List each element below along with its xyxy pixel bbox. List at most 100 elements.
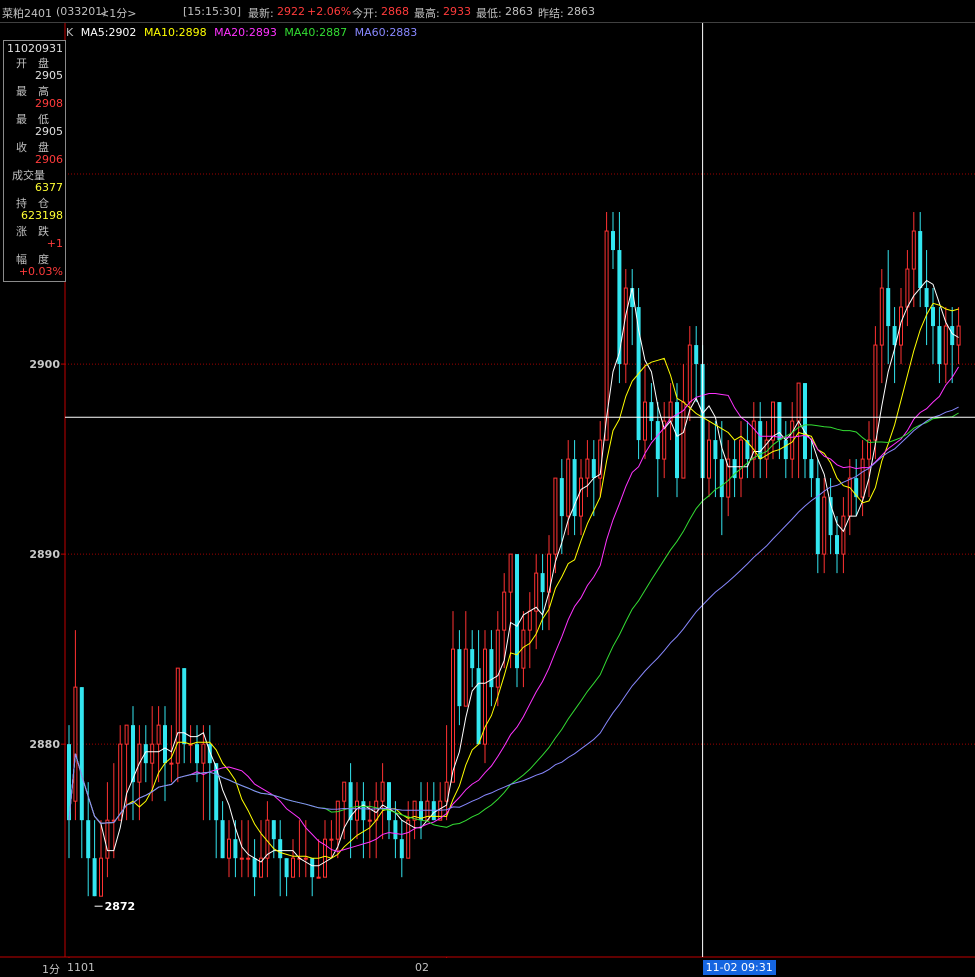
- ma5-line: [68, 279, 959, 867]
- symbol-code: (033201): [56, 5, 107, 18]
- candle-body-up: [246, 857, 251, 860]
- change-percent: +2.06%: [307, 5, 352, 18]
- candle-body-up: [566, 458, 571, 517]
- candle-body-up: [771, 401, 775, 441]
- candle-body-up: [687, 344, 692, 403]
- open-interest-value: 623198: [21, 209, 63, 222]
- low-marker-label: 2872: [105, 900, 136, 913]
- candle-body-up: [150, 743, 155, 764]
- latest-label: 最新:: [248, 7, 274, 20]
- candle-body-up: [380, 781, 385, 802]
- change-value: +1: [46, 237, 63, 250]
- y-tick-label: 2880: [29, 738, 60, 751]
- candle-body-up: [367, 819, 372, 822]
- candle-body-down: [476, 668, 481, 745]
- candle-body-down: [931, 307, 935, 327]
- candle-body-up: [303, 857, 308, 860]
- candle-body-up: [681, 401, 686, 479]
- candle-body-up: [495, 629, 500, 688]
- candle-body-down: [937, 326, 942, 365]
- candle-body-down: [489, 649, 494, 688]
- x-tick-label: 02: [415, 961, 429, 974]
- candle-body-up: [643, 401, 647, 441]
- quote-time: [15:15:30]: [183, 5, 241, 18]
- period-label: 1分: [42, 963, 60, 976]
- candle-body-down: [950, 326, 955, 346]
- candle-body-up: [847, 477, 852, 517]
- candle-body-up: [879, 287, 884, 346]
- candle-body-down: [924, 288, 929, 308]
- candle-body-down: [803, 383, 807, 460]
- candle-body-up: [796, 382, 801, 422]
- candle-body-up: [451, 648, 455, 783]
- candle-body-up: [822, 496, 827, 555]
- candle-body-down: [393, 820, 398, 840]
- candle-body-up: [201, 743, 206, 764]
- candle-body-down: [163, 725, 167, 764]
- candle-body-up: [463, 648, 468, 707]
- candle-body-down: [649, 402, 654, 422]
- candle-body-down: [540, 573, 545, 593]
- ma10-line: [68, 302, 959, 859]
- open-value: 2905: [35, 69, 63, 82]
- open-value: 2868: [381, 5, 409, 18]
- candle-body-down: [310, 858, 315, 878]
- change-label: 涨 跌: [16, 225, 49, 238]
- candle-body-down: [278, 839, 283, 859]
- candle-body-up: [156, 724, 161, 745]
- candle-body-up: [291, 857, 295, 878]
- candle-body-up: [553, 477, 558, 555]
- candle-body-up: [335, 800, 340, 840]
- candle-body-down: [591, 459, 596, 479]
- candle-body-down: [470, 649, 475, 669]
- prev-settle-value: 2863: [567, 5, 595, 18]
- candle-body-down: [399, 839, 404, 859]
- latest-value: 2922: [277, 5, 305, 18]
- candle-body-up: [905, 268, 910, 308]
- y-tick-label: 2900: [29, 358, 60, 371]
- high-value: 2933: [443, 5, 471, 18]
- candle-body-down: [559, 478, 564, 517]
- close-value: 2906: [35, 153, 63, 166]
- ma20-legend: MA20:2893: [214, 26, 277, 39]
- cursor-time-label: 11-02 09:31: [702, 960, 776, 975]
- candle-body-down: [886, 288, 891, 327]
- candle-body-down: [387, 782, 391, 821]
- candlestick-chart[interactable]: 28802890290029102872: [0, 0, 975, 977]
- candle-body-up: [406, 819, 411, 859]
- candle-body-down: [86, 820, 91, 859]
- candle-body-down: [271, 820, 276, 840]
- ma-legend: K MA5:2902 MA10:2898 MA20:2893 MA40:2887…: [66, 26, 421, 39]
- candle-body-up: [911, 230, 916, 270]
- ma40-line: [68, 412, 959, 828]
- open-label: 今开:: [352, 7, 378, 20]
- candle-body-up: [873, 344, 878, 441]
- y-tick-label: 2890: [29, 548, 60, 561]
- candle-body-up: [99, 857, 103, 897]
- bar-datetime: 11020931: [7, 42, 63, 55]
- candle-body-up: [316, 876, 321, 879]
- time-axis: 1分 1101 02: [0, 958, 975, 977]
- candle-body-down: [694, 345, 699, 365]
- low-value: 2905: [35, 125, 63, 138]
- symbol-name: 菜粕2401: [2, 7, 52, 20]
- period-selector[interactable]: <1分>: [100, 5, 136, 21]
- low-label: 最低:: [476, 7, 502, 20]
- candle-body-up: [841, 515, 846, 555]
- candle-body-down: [252, 858, 257, 878]
- volume-value: 6377: [35, 181, 63, 194]
- candle-body-up: [707, 439, 711, 479]
- candle-body-down: [79, 687, 84, 821]
- candle-body-up: [956, 325, 961, 346]
- range-value: +0.03%: [18, 265, 63, 278]
- low-value: 2863: [505, 5, 533, 18]
- candle-body-up: [527, 610, 532, 631]
- candle-body-up: [73, 686, 78, 802]
- candle-body-up: [342, 781, 347, 802]
- x-tick-label: 1101: [67, 961, 95, 974]
- candle-body-down: [457, 649, 462, 707]
- candle-body-up: [508, 553, 513, 593]
- candle-body-down: [815, 478, 820, 555]
- candle-body-down: [195, 744, 199, 764]
- candle-body-up: [579, 477, 583, 517]
